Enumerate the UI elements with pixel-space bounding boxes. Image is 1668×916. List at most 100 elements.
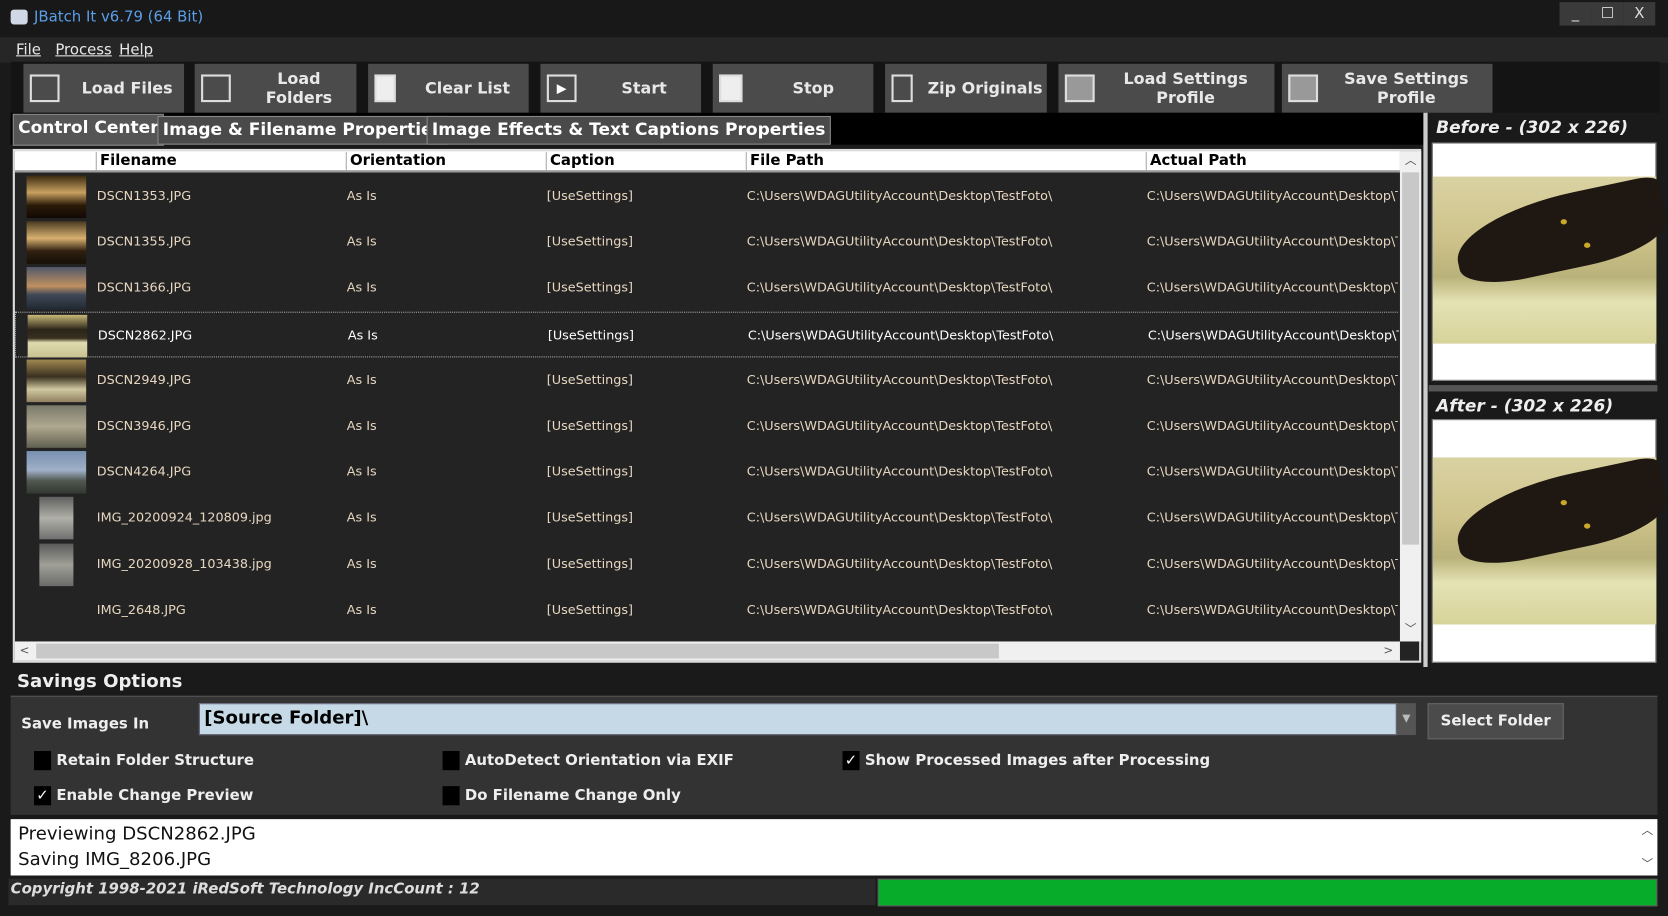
scroll-right-icon[interactable]: > bbox=[1379, 641, 1398, 660]
cell-file-path: C:\Users\WDAGUtilityAccount\Desktop\Test… bbox=[746, 234, 1053, 250]
cell-caption: [UseSettings] bbox=[546, 372, 633, 388]
clear-list-button[interactable]: Clear List bbox=[368, 63, 529, 113]
table-row[interactable]: IMG_20200924_120809.jpg As Is [UseSettings… bbox=[15, 495, 1398, 541]
save-folder-combo[interactable]: [Source Folder]\ bbox=[198, 703, 1397, 736]
vertical-scroll-thumb[interactable] bbox=[1402, 172, 1420, 545]
table-header: Filename Orientation Caption File Path A… bbox=[14, 151, 1400, 173]
checkbox[interactable]: ✓ bbox=[842, 751, 860, 771]
savings-options-title: Savings Options bbox=[17, 671, 183, 693]
cell-filename: IMG_20200924_120809.jpg bbox=[96, 509, 272, 525]
cell-caption: [UseSettings] bbox=[546, 188, 633, 204]
image-icon bbox=[29, 74, 60, 103]
save-images-in-label: Save Images In bbox=[21, 715, 150, 733]
log-scroll-down-icon[interactable]: ﹀ bbox=[1641, 855, 1653, 872]
app-window: JBatch It v6.79 (64 Bit) _ ☐ X File Proc… bbox=[0, 0, 1668, 916]
scroll-left-icon[interactable]: < bbox=[15, 641, 34, 660]
menu-file[interactable]: File bbox=[16, 41, 41, 58]
maximize-button[interactable]: ☐ bbox=[1591, 2, 1624, 26]
column-orientation[interactable]: Orientation bbox=[345, 152, 446, 172]
cell-orientation: As Is bbox=[346, 464, 377, 479]
tab-image-filename-properties[interactable]: Image & Filename Properties bbox=[157, 115, 449, 145]
table-row[interactable]: DSCN1355.JPG As Is [UseSettings] C:\Users\W… bbox=[15, 219, 1398, 265]
log-scroll-up-icon[interactable]: ︿ bbox=[1641, 821, 1653, 838]
option-checkbox-3[interactable]: ✓ Show Processed Images after Processing bbox=[842, 751, 1210, 771]
table-row[interactable]: DSCN1366.JPG As Is [UseSettings] C:\Users\W… bbox=[15, 265, 1398, 311]
zip-file-icon bbox=[891, 74, 913, 103]
folder-save-icon bbox=[1288, 74, 1319, 103]
scroll-down-icon[interactable]: ﹀ bbox=[1401, 620, 1420, 639]
load-settings-profile-button[interactable]: Load Settings Profile bbox=[1058, 63, 1275, 113]
minimize-button[interactable]: _ bbox=[1559, 2, 1592, 26]
checkbox[interactable]: ✓ bbox=[34, 786, 52, 806]
cell-actual-path: C:\Users\WDAGUtilityAccount\Desktop\Test… bbox=[1146, 280, 1398, 296]
thumbnail-image bbox=[26, 405, 87, 448]
blank-page-icon bbox=[374, 74, 396, 103]
cell-actual-path: C:\Users\WDAGUtilityAccount\Desktop\Test… bbox=[1146, 418, 1398, 433]
log-line: Saving IMG_8206.JPG bbox=[18, 848, 212, 871]
zip-originals-button[interactable]: Zip Originals bbox=[885, 63, 1047, 113]
stop-button[interactable]: Stop bbox=[712, 63, 874, 113]
log-line: Previewing DSCN2862.JPG bbox=[18, 823, 256, 845]
horizontal-scroll-thumb[interactable] bbox=[36, 643, 999, 659]
table-row[interactable]: IMG_2648.JPG As Is [UseSettings] C:\Users\W… bbox=[15, 587, 1398, 633]
thumbnail-image bbox=[26, 175, 87, 219]
option-checkbox-1[interactable]: Retain Folder Structure bbox=[34, 751, 254, 771]
cell-file-path: C:\Users\WDAGUtilityAccount\Desktop\Test… bbox=[746, 372, 1053, 388]
table-row[interactable]: DSCN3946.JPG As Is [UseSettings] C:\Users\W… bbox=[15, 403, 1398, 449]
cell-file-path: C:\Users\WDAGUtilityAccount\Desktop\Test… bbox=[746, 418, 1053, 433]
cell-filename: IMG_2648.JPG bbox=[96, 601, 186, 617]
load-files-button[interactable]: Load Files bbox=[23, 63, 185, 113]
splitter[interactable] bbox=[1423, 112, 1428, 668]
table-row[interactable]: DSCN4264.JPG As Is [UseSettings] C:\Users\W… bbox=[15, 449, 1398, 495]
checkbox[interactable] bbox=[442, 786, 460, 806]
save-settings-profile-button[interactable]: Save Settings Profile bbox=[1281, 63, 1493, 113]
menu-process[interactable]: Process bbox=[55, 41, 111, 58]
column-filename[interactable]: Filename bbox=[95, 152, 177, 172]
column-actual-path[interactable]: Actual Path bbox=[1145, 152, 1247, 172]
cell-file-path: C:\Users\WDAGUtilityAccount\Desktop\Test… bbox=[746, 464, 1053, 479]
table-row[interactable]: IMG_20200928_103438.jpg As Is [UseSettings… bbox=[15, 541, 1398, 587]
load-folders-button[interactable]: Load Folders bbox=[194, 63, 357, 113]
cell-actual-path: C:\Users\WDAGUtilityAccount\Desktop\Test… bbox=[1146, 188, 1398, 204]
checkbox[interactable] bbox=[442, 751, 460, 771]
thumbnail-image bbox=[39, 543, 74, 586]
play-icon: ▶ bbox=[546, 74, 577, 103]
horizontal-scrollbar[interactable]: < > bbox=[14, 641, 1400, 661]
status-text: Copyright 1998-2021 iRedSoft Technology … bbox=[8, 878, 876, 906]
cell-caption: [UseSettings] bbox=[546, 509, 633, 525]
cell-orientation: As Is bbox=[346, 372, 377, 388]
title-bar bbox=[0, 0, 1668, 38]
cell-file-path: C:\Users\WDAGUtilityAccount\Desktop\Test… bbox=[746, 601, 1053, 617]
cell-file-path: C:\Users\WDAGUtilityAccount\Desktop\Test… bbox=[746, 555, 1053, 571]
cell-actual-path: C:\Users\WDAGUtilityAccount\Desktop\Test… bbox=[1146, 555, 1398, 571]
table-row[interactable]: DSCN2862.JPG As Is [UseSettings] C:\Users\W… bbox=[14, 311, 1399, 358]
tab-image-effects-captions[interactable]: Image Effects & Text Captions Properties bbox=[426, 115, 831, 145]
scroll-up-icon[interactable]: ︿ bbox=[1401, 151, 1420, 170]
column-caption[interactable]: Caption bbox=[545, 152, 615, 172]
cell-filename: DSCN4264.JPG bbox=[96, 464, 192, 479]
column-file-path[interactable]: File Path bbox=[745, 152, 824, 172]
cell-caption: [UseSettings] bbox=[546, 601, 633, 617]
cell-caption: [UseSettings] bbox=[546, 555, 633, 571]
cell-file-path: C:\Users\WDAGUtilityAccount\Desktop\Test… bbox=[746, 188, 1053, 204]
table-row[interactable]: DSCN2949.JPG As Is [UseSettings] C:\Users\W… bbox=[15, 357, 1398, 403]
option-checkbox-2[interactable]: AutoDetect Orientation via EXIF bbox=[442, 751, 734, 771]
file-list-table: Filename Orientation Caption File Path A… bbox=[12, 148, 1422, 663]
menu-help[interactable]: Help bbox=[119, 41, 153, 58]
tab-control-center[interactable]: Control Center bbox=[12, 113, 164, 146]
cell-filename: DSCN1366.JPG bbox=[96, 280, 192, 296]
log-box[interactable]: Previewing DSCN2862.JPG Saving IMG_8206.… bbox=[10, 819, 1658, 876]
after-preview-image bbox=[1431, 419, 1657, 663]
option-checkbox-4[interactable]: ✓ Enable Change Preview bbox=[34, 786, 253, 806]
select-folder-button[interactable]: Select Folder bbox=[1427, 703, 1564, 740]
close-button[interactable]: X bbox=[1623, 2, 1656, 26]
cell-filename: DSCN1355.JPG bbox=[96, 234, 192, 250]
vertical-scrollbar[interactable]: ︿ ﹀ bbox=[1399, 151, 1422, 642]
start-button[interactable]: ▶ Start bbox=[540, 63, 702, 113]
cell-filename: DSCN2949.JPG bbox=[96, 372, 192, 388]
table-row[interactable]: DSCN1353.JPG As Is [UseSettings] C:\Users\W… bbox=[15, 173, 1398, 219]
dropdown-arrow-icon[interactable]: ▼ bbox=[1396, 703, 1416, 736]
progress-bar bbox=[877, 878, 1658, 907]
option-checkbox-5[interactable]: Do Filename Change Only bbox=[442, 786, 681, 806]
checkbox[interactable] bbox=[34, 751, 52, 771]
